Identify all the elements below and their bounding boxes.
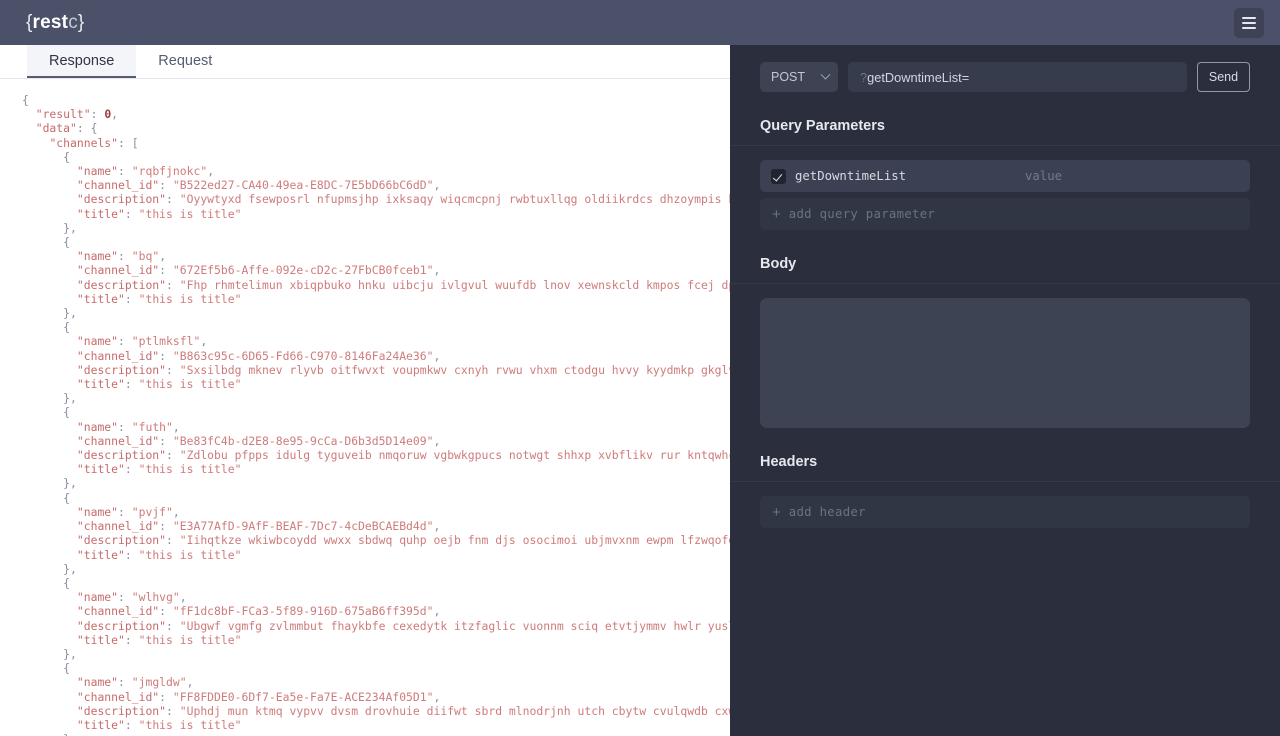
logo-c-text: c <box>68 11 78 33</box>
response-json-viewer[interactable]: { "result": 0, "data": { "channels": [ {… <box>0 79 730 736</box>
query-parameters-title: Query Parameters <box>760 118 885 134</box>
add-header-button[interactable]: + add header <box>760 496 1250 528</box>
menu-bar-3 <box>1242 26 1256 29</box>
body-wrap <box>730 284 1280 428</box>
query-parameter-key[interactable]: getDowntimeList <box>795 169 1025 183</box>
hamburger-menu-icon[interactable] <box>1234 7 1264 38</box>
response-request-tablist: Response Request <box>0 45 730 79</box>
headers-title: Headers <box>760 454 818 470</box>
response-panel: Response Request { "result": 0, "data": … <box>0 45 730 736</box>
query-parameter-row[interactable]: getDowntimeList value <box>760 160 1250 192</box>
menu-bar-2 <box>1242 21 1256 24</box>
url-value: getDowntimeList= <box>867 69 970 85</box>
query-parameter-checkbox[interactable] <box>771 168 786 184</box>
app-logo: {restc} <box>0 12 84 34</box>
query-parameters-list: getDowntimeList value + add query parame… <box>730 146 1280 230</box>
body-textarea[interactable] <box>760 298 1250 428</box>
send-button[interactable]: Send <box>1197 62 1250 92</box>
request-url-row: POST ? getDowntimeList= Send <box>730 45 1280 92</box>
query-parameter-value[interactable]: value <box>1025 169 1250 183</box>
request-url-input[interactable]: ? getDowntimeList= <box>848 62 1187 92</box>
logo-brace-close: } <box>77 11 85 33</box>
add-query-parameter-label: add query parameter <box>788 207 936 221</box>
body-title: Body <box>760 256 797 272</box>
tab-response[interactable]: Response <box>27 45 137 78</box>
http-method-label: POST <box>771 70 806 84</box>
plus-icon: + <box>772 205 781 223</box>
chevron-down-icon <box>820 69 831 80</box>
headers-list: + add header <box>730 482 1280 528</box>
app-header: {restc} <box>0 0 1280 45</box>
menu-bar-1 <box>1242 16 1256 19</box>
plus-icon: + <box>772 503 781 521</box>
add-header-label: add header <box>788 505 866 519</box>
add-query-parameter-button[interactable]: + add query parameter <box>760 198 1250 230</box>
logo-rest-text: rest <box>32 11 69 33</box>
url-query-prefix: ? <box>860 69 868 85</box>
http-method-select[interactable]: POST <box>760 62 838 92</box>
tab-request[interactable]: Request <box>136 45 234 78</box>
request-builder-panel: POST ? getDowntimeList= Send Query Parame… <box>730 45 1280 736</box>
